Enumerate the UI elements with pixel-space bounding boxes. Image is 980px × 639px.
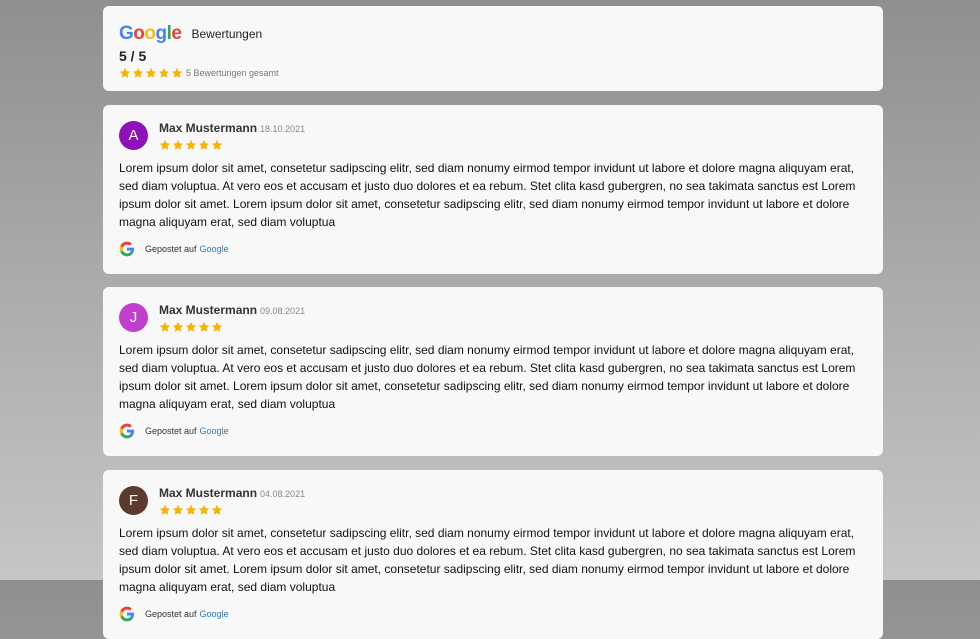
star-icon bbox=[172, 139, 184, 150]
star-icon bbox=[211, 504, 223, 515]
google-logo-letter: e bbox=[171, 23, 182, 44]
review-meta: Max Mustermann 18.10.2021 bbox=[159, 121, 305, 151]
review-header: F Max Mustermann 04.08.2021 bbox=[119, 486, 867, 516]
star-icon bbox=[172, 504, 184, 515]
summary-title: Bewertungen bbox=[191, 26, 263, 41]
avatar: F bbox=[119, 486, 148, 515]
avatar-initial: J bbox=[129, 309, 138, 326]
google-logo-letter: g bbox=[155, 23, 168, 44]
star-icon bbox=[198, 504, 210, 515]
rating-summary-card: Google Bewertungen 5 / 5 5 Bewertungen g… bbox=[103, 6, 883, 91]
star-icon bbox=[132, 67, 144, 78]
reviewer-name: Max Mustermann bbox=[159, 486, 258, 500]
avatar-initial: F bbox=[128, 492, 139, 509]
reviewer-name: Max Mustermann bbox=[159, 303, 258, 317]
review-stars bbox=[159, 139, 305, 151]
avatar: J bbox=[119, 303, 148, 332]
avatar-initial: A bbox=[128, 127, 139, 144]
review-meta: Max Mustermann 09.08.2021 bbox=[159, 303, 305, 333]
posted-on: Gepostet auf Google bbox=[119, 423, 867, 439]
google-g-icon bbox=[119, 423, 135, 439]
review-text: Lorem ipsum dolor sit amet, consetetur s… bbox=[119, 343, 856, 411]
star-icon bbox=[158, 67, 170, 78]
google-logo-letter: o bbox=[133, 23, 145, 44]
star-icon bbox=[119, 67, 131, 78]
google-link[interactable]: Google bbox=[200, 244, 229, 254]
google-logo-letter: G bbox=[119, 23, 134, 44]
posted-on: Gepostet auf Google bbox=[119, 241, 867, 257]
google-logo: Google bbox=[119, 23, 182, 44]
review-card: J Max Mustermann 09.08.2021 Lorem ipsum … bbox=[103, 287, 883, 456]
review-header: J Max Mustermann 09.08.2021 bbox=[119, 303, 867, 333]
posted-prefix: Gepostet auf bbox=[145, 426, 197, 436]
review-stars bbox=[159, 504, 305, 516]
star-icon bbox=[145, 67, 157, 78]
posted-prefix: Gepostet auf bbox=[145, 244, 197, 254]
summary-header: Google Bewertungen bbox=[119, 24, 867, 43]
avatar: A bbox=[119, 121, 148, 150]
star-icon bbox=[159, 139, 171, 150]
star-icon bbox=[171, 67, 183, 78]
reviewer-name: Max Mustermann bbox=[159, 121, 258, 135]
star-icon bbox=[211, 139, 223, 150]
star-icon bbox=[198, 139, 210, 150]
name-line: Max Mustermann 09.08.2021 bbox=[159, 303, 305, 317]
name-line: Max Mustermann 04.08.2021 bbox=[159, 486, 305, 500]
google-g-icon bbox=[119, 606, 135, 622]
summary-rating-row: 5 Bewertungen gesamt bbox=[119, 67, 867, 79]
summary-stars bbox=[119, 67, 183, 79]
google-logo-letter: o bbox=[144, 23, 156, 44]
review-header: A Max Mustermann 18.10.2021 bbox=[119, 121, 867, 151]
review-card: F Max Mustermann 04.08.2021 Lorem ipsum … bbox=[103, 470, 883, 639]
star-icon bbox=[159, 504, 171, 515]
star-icon bbox=[211, 321, 223, 332]
name-line: Max Mustermann 18.10.2021 bbox=[159, 121, 305, 135]
star-icon bbox=[185, 504, 197, 515]
star-icon bbox=[172, 321, 184, 332]
posted-prefix: Gepostet auf bbox=[145, 609, 197, 619]
total-reviews-label: 5 Bewertungen gesamt bbox=[186, 68, 279, 78]
star-icon bbox=[185, 139, 197, 150]
review-date: 09.08.2021 bbox=[260, 306, 306, 316]
review-meta: Max Mustermann 04.08.2021 bbox=[159, 486, 305, 516]
google-link[interactable]: Google bbox=[200, 609, 229, 619]
star-icon bbox=[185, 321, 197, 332]
google-link[interactable]: Google bbox=[200, 426, 229, 436]
google-g-icon bbox=[119, 241, 135, 257]
average-score: 5 / 5 bbox=[119, 48, 147, 64]
review-card: A Max Mustermann 18.10.2021 Lorem ipsum … bbox=[103, 105, 883, 274]
star-icon bbox=[159, 321, 171, 332]
review-text: Lorem ipsum dolor sit amet, consetetur s… bbox=[119, 526, 856, 594]
star-icon bbox=[198, 321, 210, 332]
review-date: 18.10.2021 bbox=[260, 124, 306, 134]
review-stars bbox=[159, 321, 305, 333]
review-date: 04.08.2021 bbox=[260, 489, 306, 499]
posted-on: Gepostet auf Google bbox=[119, 606, 867, 622]
review-text: Lorem ipsum dolor sit amet, consetetur s… bbox=[119, 161, 856, 229]
